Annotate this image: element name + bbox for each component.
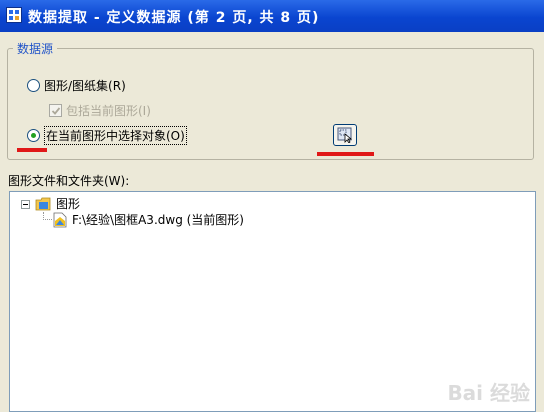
- annotation-underline-button: [317, 152, 374, 156]
- annotation-underline-radio: [17, 148, 47, 152]
- tree-node-drawing-label: F:\经验\图框A3.dwg (当前图形): [72, 213, 244, 227]
- checkmark-icon: [51, 107, 61, 115]
- select-objects-button[interactable]: [333, 124, 357, 146]
- radio-drawings-label[interactable]: 图形/图纸集(R): [44, 77, 126, 94]
- tree-node-root-label: 图形: [56, 197, 81, 211]
- tree-connector-branch: [43, 219, 52, 220]
- radio-drawings-row[interactable]: 图形/图纸集(R): [27, 77, 126, 94]
- include-current-checkbox: [49, 104, 62, 117]
- radio-select-objects-label[interactable]: 在当前图形中选择对象(O): [44, 126, 187, 145]
- radio-select-objects[interactable]: [27, 129, 40, 142]
- window-title: 数据提取 - 定义数据源 (第 2 页, 共 8 页): [28, 10, 320, 26]
- collapse-toggle-icon[interactable]: [21, 200, 30, 209]
- radio-select-objects-row[interactable]: 在当前图形中选择对象(O): [27, 126, 187, 145]
- watermark: Bai 经验: [447, 381, 530, 405]
- select-objects-icon: [337, 127, 353, 143]
- app-icon: [6, 7, 22, 23]
- tree-node-root[interactable]: 图形: [35, 195, 80, 212]
- title-bar[interactable]: 数据提取 - 定义数据源 (第 2 页, 共 8 页): [0, 0, 544, 32]
- datasource-legend: 数据源: [13, 40, 58, 57]
- drawing-folder-icon: [35, 197, 51, 210]
- include-current-row: 包括当前图形(I): [49, 102, 151, 119]
- radio-drawings[interactable]: [27, 79, 40, 92]
- dwg-file-icon: [53, 212, 67, 227]
- include-current-label: 包括当前图形(I): [66, 104, 151, 118]
- tree-label: 图形文件和文件夹(W):: [8, 174, 130, 188]
- tree-node-drawing[interactable]: F:\经验\图框A3.dwg (当前图形): [52, 211, 244, 228]
